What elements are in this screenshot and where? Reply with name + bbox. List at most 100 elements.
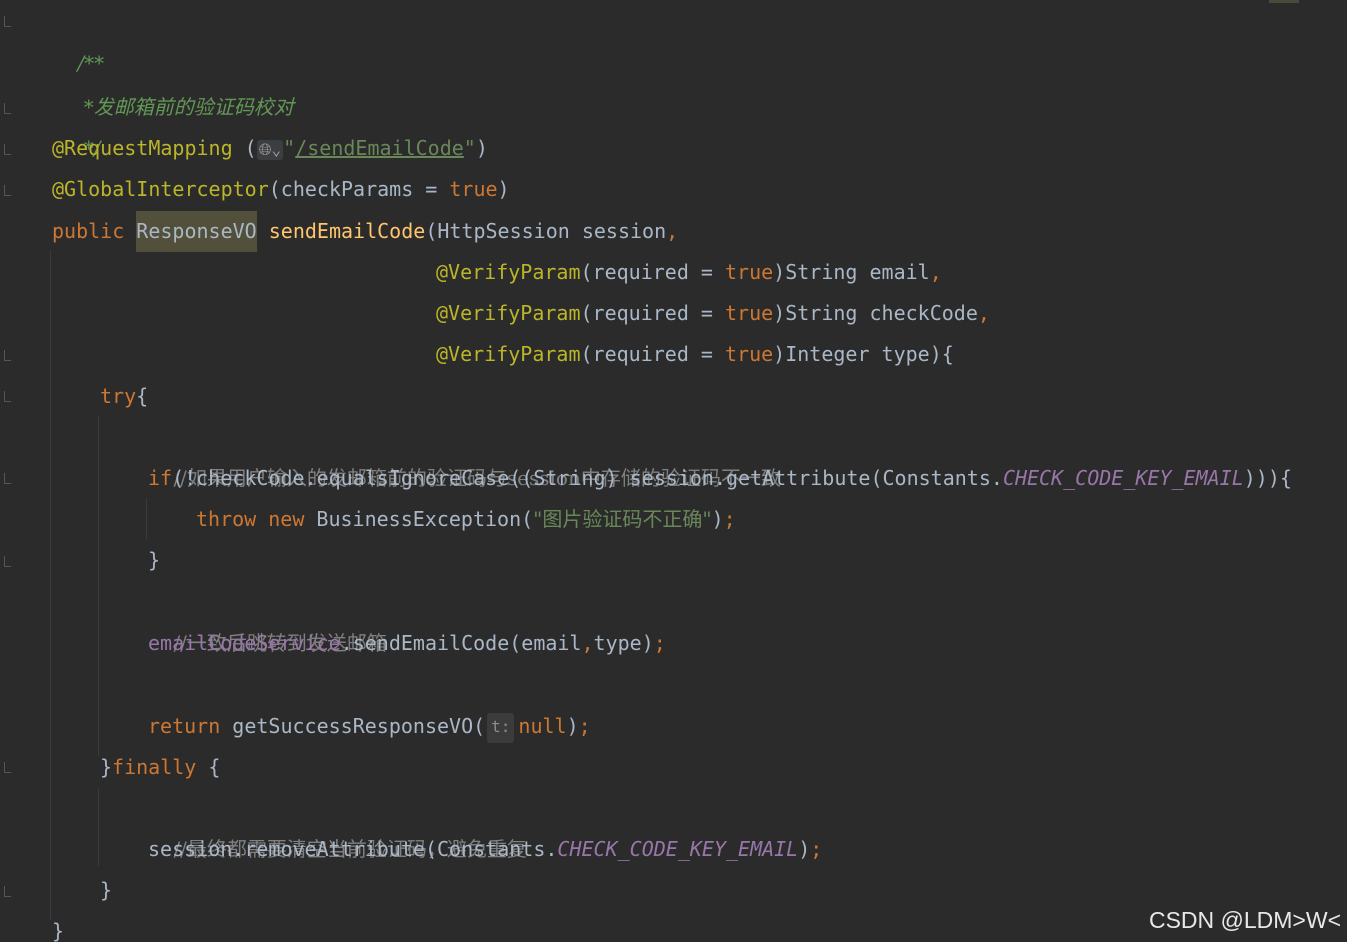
paren-close: ) [475,136,488,160]
fold-icon[interactable] [4,16,11,27]
code-line-method-signature[interactable]: public ResponseVO sendEmailCode(HttpSess… [52,211,678,252]
quote: " [283,136,296,160]
fold-icon[interactable] [4,103,11,114]
code-line-finally[interactable]: }finally { [100,747,220,788]
watermark: CSDN @LDM>W< [1148,907,1341,933]
brace-close: } [100,878,113,902]
exception-message: "图片验证码不正确" [533,507,712,531]
constant-check-code-key[interactable]: CHECK_CODE_KEY_EMAIL [557,837,798,861]
annotation-request-mapping: @RequestMapping [52,136,233,160]
code-line-return[interactable]: return getSuccessResponseVO(t: null); [148,706,591,747]
url-link[interactable]: /sendEmailCode [295,136,464,160]
code-line-doc-open[interactable]: /** [52,2,104,75]
comma: , [929,260,942,284]
keyword-true: true [449,177,498,201]
keyword-public: public [52,219,125,243]
annotation-verify-param: @VerifyParam [436,301,581,325]
if-close: ))){ [1243,466,1292,490]
keyword-true: true [725,260,774,284]
code-line-comment-send[interactable]: //一致后跳转到发送邮箱 [148,582,386,655]
fold-icon[interactable] [4,144,11,155]
verify-args: (required = [580,342,725,366]
code-line-global-interceptor[interactable]: @GlobalInterceptor(checkParams = true) [52,169,510,210]
service-args-end: type) [593,631,654,655]
annotation-global-interceptor: @GlobalInterceptor [52,177,269,201]
code-line-method-close[interactable]: } [52,911,64,942]
fold-icon[interactable] [4,473,11,484]
quote: " [463,136,476,160]
type-response-vo[interactable]: ResponseVO [136,211,257,252]
brace-open: { [136,384,149,408]
indent-guide [146,498,147,540]
editor-gutter[interactable] [0,0,40,942]
brace-close: } [52,919,65,942]
keyword-null: null [518,714,567,738]
semicolon: ; [653,631,666,655]
code-line-finally-close[interactable]: } [100,870,112,911]
code-line-try[interactable]: try{ [100,376,148,417]
constant-check-code-key[interactable]: CHECK_CODE_KEY_EMAIL [1003,466,1244,490]
annotation-verify-param: @VerifyParam [436,260,581,284]
indent-guide [98,788,99,866]
keyword-true: true [725,301,774,325]
fold-icon[interactable] [4,391,11,402]
code-line-param-checkcode[interactable]: @VerifyParam(required = true)String chec… [436,293,990,334]
paren-open: ( [232,136,257,160]
code-line-doc-close[interactable]: */ [52,87,101,160]
fold-icon[interactable] [4,350,11,361]
exception-class: BusinessException( [304,507,534,531]
keyword-new: new [268,507,305,531]
return-call: getSuccessResponseVO( [220,714,486,738]
keyword-throw: throw [196,507,257,531]
method-name[interactable]: sendEmailCode [269,219,426,243]
parameter-hint: t: [487,712,515,743]
field-email-code-service[interactable]: emailCodeService [148,631,341,655]
fold-icon[interactable] [4,762,11,773]
param-type: )Integer type){ [773,342,954,366]
annotation-verify-param: @VerifyParam [436,342,581,366]
code-line-if-close[interactable]: } [148,540,160,581]
keyword-finally: finally [112,755,197,779]
code-line-comment-final[interactable]: //最终都需要清空当前验证码，避免重复 [148,788,526,861]
comma: , [666,219,679,243]
fold-icon[interactable] [4,556,11,567]
verify-args: (required = [580,260,725,284]
brace-open: { [196,755,221,779]
verify-args: (required = [580,301,725,325]
code-line-if[interactable]: if(!checkCode.equalsIgnoreCase((String) … [148,458,1292,499]
code-line-request-mapping[interactable]: @RequestMapping (🌐︎⌄ "/sendEmailCode") [52,128,488,169]
param-session: (HttpSession session [425,219,667,243]
keyword-if: if [148,466,173,490]
keyword-true: true [725,342,774,366]
keyword-return: return [148,714,221,738]
comma: , [977,301,990,325]
code-line-throw[interactable]: throw new BusinessException("图片验证码不正确"); [196,499,736,540]
keyword-try: try [100,384,137,408]
if-condition: (!checkCode.equalsIgnoreCase((String) se… [172,466,1003,490]
fold-icon[interactable] [4,185,11,196]
indent-guide [50,250,51,920]
comma: , [581,631,594,655]
paren-close: ) [566,714,579,738]
semicolon: ; [723,507,736,531]
remove-call: session.removeAttribute(Constants. [148,837,558,861]
code-line-param-type[interactable]: @VerifyParam(required = true)Integer typ… [436,334,954,375]
scroll-marker [1269,0,1299,3]
code-line-service-call[interactable]: emailCodeService.sendEmailCode(email,typ… [148,623,666,664]
doc-comment-text: *发邮箱前的验证码校对 [77,95,294,119]
code-line-remove-attribute[interactable]: session.removeAttribute(Constants.CHECK_… [148,829,822,870]
paren-close: ) [798,837,811,861]
globe-icon[interactable]: 🌐︎⌄ [256,139,284,160]
code-line-doc-body[interactable]: *发邮箱前的验证码校对 [52,46,294,119]
paren-close: ) [497,177,510,201]
code-line-param-email[interactable]: @VerifyParam(required = true)String emai… [436,252,942,293]
code-line-comment-compare[interactable]: //如果用户输入的发邮箱前的验证码与session中存储的验证码不一致 [148,417,780,490]
brace-close: } [148,548,161,572]
fold-icon[interactable] [4,886,11,897]
code-editor[interactable]: /** *发邮箱前的验证码校对 */ @RequestMapping (🌐︎⌄ "… [0,0,1347,942]
semicolon: ; [810,837,823,861]
param-email: )String email [773,260,930,284]
